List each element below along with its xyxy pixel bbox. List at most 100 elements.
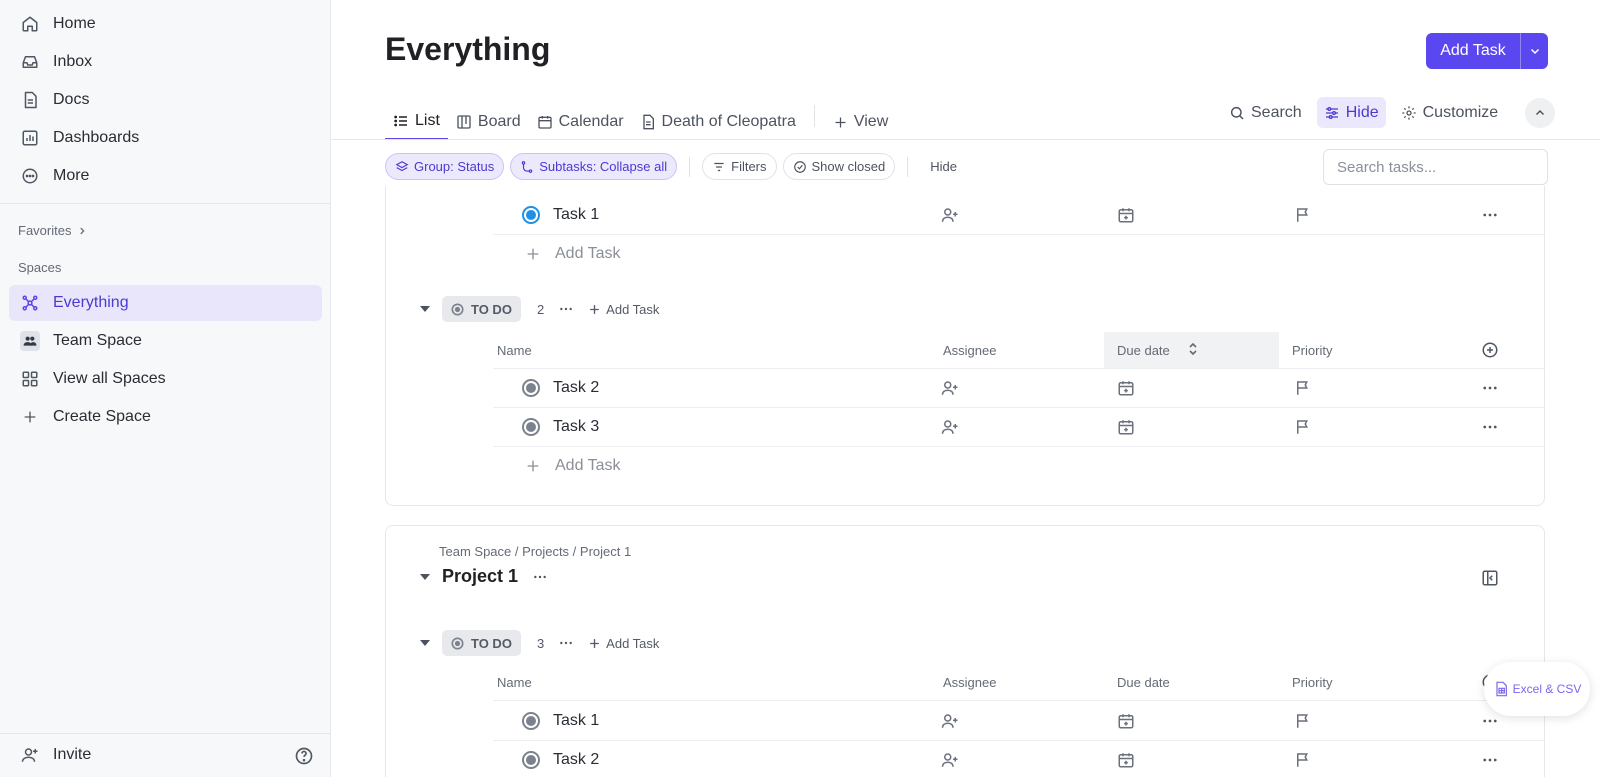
add-task-button[interactable]: Add Task [1426,33,1548,69]
filters-chip[interactable]: Filters [702,153,777,180]
sidebar-item-view-all-spaces[interactable]: View all Spaces [9,361,322,397]
add-assignee-icon[interactable] [941,206,959,224]
more-options-icon[interactable] [1481,712,1499,730]
subtasks-chip[interactable]: Subtasks: Collapse all [510,153,678,180]
sidebar-item-home[interactable]: Home [9,6,322,42]
group-add-task-button[interactable]: Add Task [588,636,659,651]
everything-icon [20,293,40,313]
due-date-icon[interactable] [1117,418,1135,436]
todo-status-icon[interactable] [521,378,541,398]
due-date-icon[interactable] [1117,206,1135,224]
column-assignee[interactable]: Assignee [943,343,996,358]
help-icon[interactable] [294,746,314,766]
column-due-date[interactable]: Due date [1117,675,1170,690]
more-options-icon[interactable] [1481,751,1499,769]
favorites-header[interactable]: Favorites [18,223,87,238]
status-icon-selected[interactable] [521,205,541,225]
group-more-icon[interactable] [558,635,574,651]
add-assignee-icon[interactable] [941,751,959,769]
docs-icon [20,90,40,110]
status-pill[interactable]: TO DO [442,630,521,656]
excel-csv-export-button[interactable]: Excel & CSV [1484,662,1590,716]
add-column-icon[interactable] [1481,341,1499,359]
add-task-row[interactable]: Add Task [493,447,621,485]
main-content: Everything Add Task List Board Calendar … [332,0,1600,777]
sidebar-item-dashboards[interactable]: Dashboards [9,120,322,156]
side-panel-icon[interactable] [1481,569,1499,587]
column-name[interactable]: Name [497,343,532,358]
more-options-icon[interactable] [1481,418,1499,436]
search-button[interactable]: Search [1222,97,1309,128]
hide-button[interactable]: Hide [1316,97,1386,128]
sort-icon[interactable] [1187,342,1199,356]
caret-down-icon[interactable] [418,638,432,648]
priority-flag-icon[interactable] [1294,418,1312,436]
add-task-row[interactable]: Add Task [493,235,621,273]
column-priority[interactable]: Priority [1292,675,1332,690]
status-pill[interactable]: TO DO [442,296,521,322]
hide-chip[interactable]: Hide [920,153,967,180]
home-icon [20,14,40,34]
tab-list[interactable]: List [385,96,448,140]
task-name[interactable]: Task 3 [553,418,599,436]
priority-flag-icon[interactable] [1294,379,1312,397]
column-header-row: Name Assignee Due date Priority [493,332,1545,369]
group-by-chip[interactable]: Group: Status [385,153,505,180]
task-name[interactable]: Task 1 [553,206,599,224]
group-add-task-button[interactable]: Add Task [588,302,659,317]
search-tasks-input[interactable] [1323,149,1548,185]
project-more-icon[interactable] [532,569,548,585]
task-name[interactable]: Task 1 [553,712,599,730]
priority-flag-icon[interactable] [1294,712,1312,730]
project-name[interactable]: Project 1 [442,566,518,587]
column-priority[interactable]: Priority [1292,343,1332,358]
task-name[interactable]: Task 2 [553,379,599,397]
tab-board[interactable]: Board [448,96,529,140]
add-view-button[interactable]: View [825,96,896,140]
sidebar-item-label: Team Space [53,332,142,349]
sidebar-item-docs[interactable]: Docs [9,82,322,118]
tab-death-of-cleopatra[interactable]: Death of Cleopatra [632,96,804,140]
show-closed-chip[interactable]: Show closed [782,153,896,180]
priority-flag-icon[interactable] [1294,751,1312,769]
task-row[interactable]: Task 2 [493,369,1545,408]
caret-down-icon[interactable] [418,304,432,314]
add-task-dropdown[interactable] [1520,33,1548,69]
task-row[interactable]: Task 3 [493,408,1545,447]
caret-down-icon[interactable] [418,572,432,582]
list-icon [394,115,407,127]
column-due-date[interactable]: Due date [1117,343,1170,358]
customize-button[interactable]: Customize [1394,97,1506,128]
chevron-right-icon [80,227,86,234]
invite-button[interactable]: Invite [9,737,239,773]
task-row[interactable]: Task 2 [493,741,1545,777]
todo-status-icon[interactable] [521,417,541,437]
more-options-icon[interactable] [1481,379,1499,397]
task-name[interactable]: Task 2 [553,751,599,769]
due-date-icon[interactable] [1117,751,1135,769]
add-assignee-icon[interactable] [941,712,959,730]
sidebar-item-inbox[interactable]: Inbox [9,44,322,80]
task-row[interactable]: Task 1 [493,702,1545,741]
more-options-icon[interactable] [1481,206,1499,224]
sidebar-item-team-space[interactable]: Team Space [9,323,322,359]
add-assignee-icon[interactable] [941,418,959,436]
column-name[interactable]: Name [497,675,532,690]
group-count: 2 [536,301,545,317]
collapse-header-button[interactable] [1525,97,1556,128]
due-date-icon[interactable] [1117,379,1135,397]
task-row[interactable]: Task 1 [493,196,1545,235]
todo-status-icon[interactable] [521,711,541,731]
sidebar-item-more[interactable]: More [9,158,322,194]
group-more-icon[interactable] [558,301,574,317]
add-assignee-icon[interactable] [941,379,959,397]
priority-flag-icon[interactable] [1294,206,1312,224]
due-date-icon[interactable] [1117,712,1135,730]
breadcrumb[interactable]: Team Space / Projects / Project 1 [439,544,631,559]
sidebar-item-create-space[interactable]: Create Space [9,399,322,435]
column-assignee[interactable]: Assignee [943,675,996,690]
subtasks-icon [521,160,533,173]
sidebar-item-everything[interactable]: Everything [9,285,322,321]
tab-calendar[interactable]: Calendar [529,96,632,140]
todo-status-icon[interactable] [521,750,541,770]
